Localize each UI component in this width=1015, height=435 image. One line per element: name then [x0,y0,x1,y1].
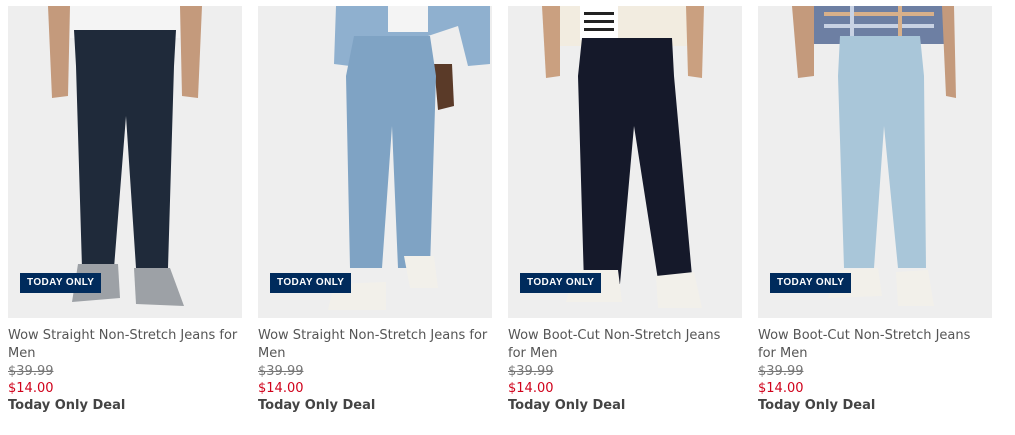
product-image[interactable]: TODAY ONLY [258,6,492,318]
today-only-badge: TODAY ONLY [520,273,602,293]
original-price: $39.99 [758,364,804,379]
original-price: $39.99 [508,364,554,379]
deal-label: Today Only Deal [8,398,126,413]
product-title-link[interactable]: Wow Boot-Cut Non-Stretch Jeans for Men [508,327,742,363]
product-image[interactable]: TODAY ONLY [8,6,242,318]
jeans-photo [8,6,242,318]
jeans-photo [758,6,992,318]
deal-label: Today Only Deal [258,398,376,413]
product-image[interactable]: TODAY ONLY [758,6,992,318]
original-price: $39.99 [258,364,304,379]
today-only-badge: TODAY ONLY [20,273,102,293]
deal-label: Today Only Deal [758,398,876,413]
product-card[interactable]: TODAY ONLY Wow Straight Non-Stretch Jean… [258,6,492,415]
jeans-photo [258,6,492,318]
original-price: $39.99 [8,364,54,379]
product-title-link[interactable]: Wow Straight Non-Stretch Jeans for Men [258,327,492,363]
sale-price: $14.00 [758,381,804,396]
product-title-link[interactable]: Wow Boot-Cut Non-Stretch Jeans for Men [758,327,992,363]
product-title-link[interactable]: Wow Straight Non-Stretch Jeans for Men [8,327,242,363]
product-card[interactable]: TODAY ONLY Wow Boot-Cut Non-Stretch Jean… [758,6,992,415]
today-only-badge: TODAY ONLY [770,273,852,293]
sale-price: $14.00 [508,381,554,396]
today-only-badge: TODAY ONLY [270,273,352,293]
sale-price: $14.00 [8,381,54,396]
product-grid: TODAY ONLY Wow Straight Non-Stretch Jean… [0,0,1015,435]
product-image[interactable]: TODAY ONLY [508,6,742,318]
product-card[interactable]: TODAY ONLY Wow Boot-Cut Non-Stretch Jean… [508,6,742,415]
sale-price: $14.00 [258,381,304,396]
jeans-photo [508,6,742,318]
product-card[interactable]: TODAY ONLY Wow Straight Non-Stretch Jean… [8,6,242,415]
deal-label: Today Only Deal [508,398,626,413]
